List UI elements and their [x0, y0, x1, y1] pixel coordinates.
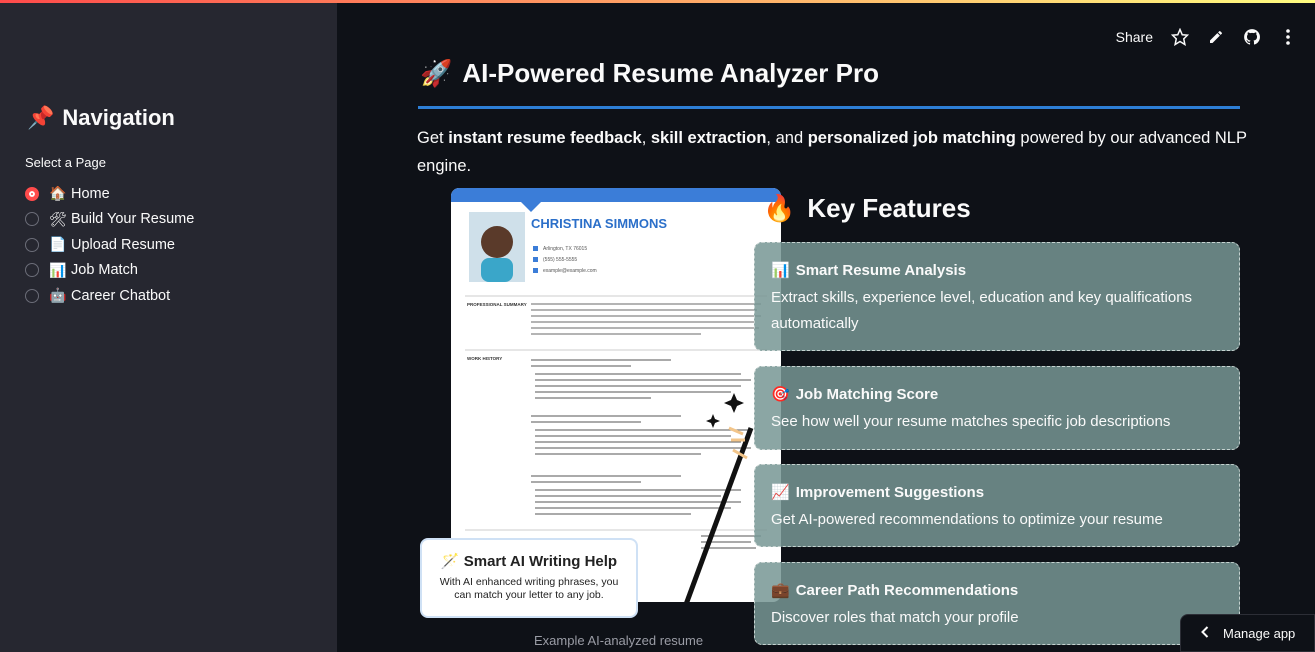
tools-icon: 🛠: [49, 210, 67, 227]
document-icon: 📄: [49, 236, 67, 253]
pencil-icon[interactable]: [1207, 28, 1225, 46]
radio-home[interactable]: 🏠 Home: [25, 181, 194, 207]
radio-build-resume[interactable]: 🛠 Build Your Resume: [25, 207, 194, 233]
resume-email: example@example.com: [543, 268, 597, 274]
chevron-left-icon: [1201, 625, 1209, 641]
github-icon[interactable]: [1243, 28, 1261, 46]
magic-wand-icon: 🪄: [440, 553, 460, 570]
sidebar-title: 📌 Navigation: [27, 105, 175, 131]
feature-card-improvement-suggestions: 📈 Improvement Suggestions Get AI-powered…: [754, 464, 1240, 547]
app-toolbar: Share: [1116, 28, 1297, 46]
feature-card-desc: Extract skills, experience level, educat…: [771, 289, 1193, 332]
writing-help-card: 🪄 Smart AI Writing Help With AI enhanced…: [420, 538, 638, 618]
page-title-text: AI-Powered Resume Analyzer Pro: [462, 58, 879, 88]
key-features-title: 🔥 Key Features: [763, 193, 971, 224]
feature-card-job-matching-score: 🎯 Job Matching Score See how well your r…: [754, 366, 1240, 450]
house-icon: 🏠: [49, 185, 67, 202]
feature-card-career-path: 💼 Career Path Recommendations Discover r…: [754, 562, 1240, 645]
page-radio-group: 🏠 Home 🛠 Build Your Resume 📄 Upload Resu…: [25, 181, 194, 309]
manage-app-button[interactable]: Manage app: [1180, 614, 1315, 652]
resume-phone: (555) 555-5555: [543, 257, 577, 263]
intro-text: ,: [641, 129, 651, 147]
select-page-label: Select a Page: [25, 155, 106, 170]
robot-icon: 🤖: [49, 287, 67, 304]
feature-card-title: 💼 Career Path Recommendations: [771, 581, 1223, 600]
feature-card-title: 📊 Smart Resume Analysis: [771, 261, 1223, 280]
title-divider: [418, 106, 1240, 109]
radio-label: Build Your Resume: [71, 211, 195, 228]
briefcase-icon: 💼: [771, 582, 790, 599]
radio-label: Home: [71, 185, 110, 202]
radio-label: Career Chatbot: [71, 287, 171, 304]
radio-button-selected[interactable]: [25, 186, 39, 201]
radio-button[interactable]: [25, 263, 39, 278]
intro-text: , and: [766, 129, 808, 147]
feature-card-title-text: Career Path Recommendations: [795, 581, 1019, 599]
sidebar-title-text: Navigation: [62, 105, 175, 130]
radio-button[interactable]: [25, 288, 39, 303]
intro-bold: personalized job matching: [807, 129, 1016, 147]
feature-card-title-text: Improvement Suggestions: [795, 483, 985, 501]
radio-job-match[interactable]: 📊 Job Match: [25, 258, 194, 284]
resume-location: Arlington, TX 76015: [543, 246, 587, 252]
star-icon[interactable]: [1171, 28, 1189, 46]
page-title: 🚀 AI-Powered Resume Analyzer Pro: [420, 58, 879, 89]
feature-card-smart-resume-analysis: 📊 Smart Resume Analysis Extract skills, …: [754, 242, 1240, 351]
resume-section-work: WORK HISTORY: [467, 356, 502, 361]
radio-upload-resume[interactable]: 📄 Upload Resume: [25, 232, 194, 258]
resume-section-summary: PROFESSIONAL SUMMARY: [467, 302, 527, 307]
intro-bold: skill extraction: [650, 129, 767, 147]
radio-label: Upload Resume: [71, 236, 175, 253]
feature-card-desc: Get AI-powered recommendations to optimi…: [771, 511, 1163, 528]
writing-help-title: 🪄 Smart AI Writing Help: [422, 552, 636, 570]
bar-chart-icon: 📊: [49, 261, 67, 278]
feature-card-title-text: Job Matching Score: [795, 385, 939, 403]
feature-card-title: 🎯 Job Matching Score: [771, 385, 1223, 404]
writing-help-desc: With AI enhanced writing phrases, you ca…: [439, 576, 619, 601]
bar-chart-icon: 📊: [771, 262, 790, 279]
feature-card-desc: See how well your resume matches specifi…: [771, 413, 1171, 430]
feature-card-desc: Discover roles that match your profile: [771, 609, 1019, 626]
intro-paragraph: Get instant resume feedback, skill extra…: [417, 124, 1247, 180]
key-features-title-text: Key Features: [807, 193, 971, 223]
radio-button[interactable]: [25, 237, 39, 252]
more-vertical-icon[interactable]: [1279, 28, 1297, 46]
radio-label: Job Match: [71, 262, 138, 279]
share-button[interactable]: Share: [1116, 29, 1153, 45]
intro-text: Get: [417, 129, 449, 147]
manage-app-label: Manage app: [1223, 625, 1296, 641]
pushpin-icon: 📌: [27, 105, 55, 130]
trending-up-icon: 📈: [771, 484, 790, 501]
feature-card-title: 📈 Improvement Suggestions: [771, 483, 1223, 502]
fire-icon: 🔥: [763, 193, 796, 223]
sidebar: 📌 Navigation Select a Page 🏠 Home 🛠 Buil…: [0, 3, 337, 652]
rocket-icon: 🚀: [420, 58, 453, 88]
resume-name: CHRISTINA SIMMONS: [531, 216, 667, 231]
image-caption: Example AI-analyzed resume: [534, 633, 704, 648]
radio-button[interactable]: [25, 212, 39, 227]
target-icon: 🎯: [771, 386, 790, 403]
writing-help-title-text: Smart AI Writing Help: [463, 553, 618, 570]
intro-bold: instant resume feedback: [448, 129, 642, 147]
feature-card-title-text: Smart Resume Analysis: [795, 261, 967, 279]
radio-career-chatbot[interactable]: 🤖 Career Chatbot: [25, 283, 194, 309]
